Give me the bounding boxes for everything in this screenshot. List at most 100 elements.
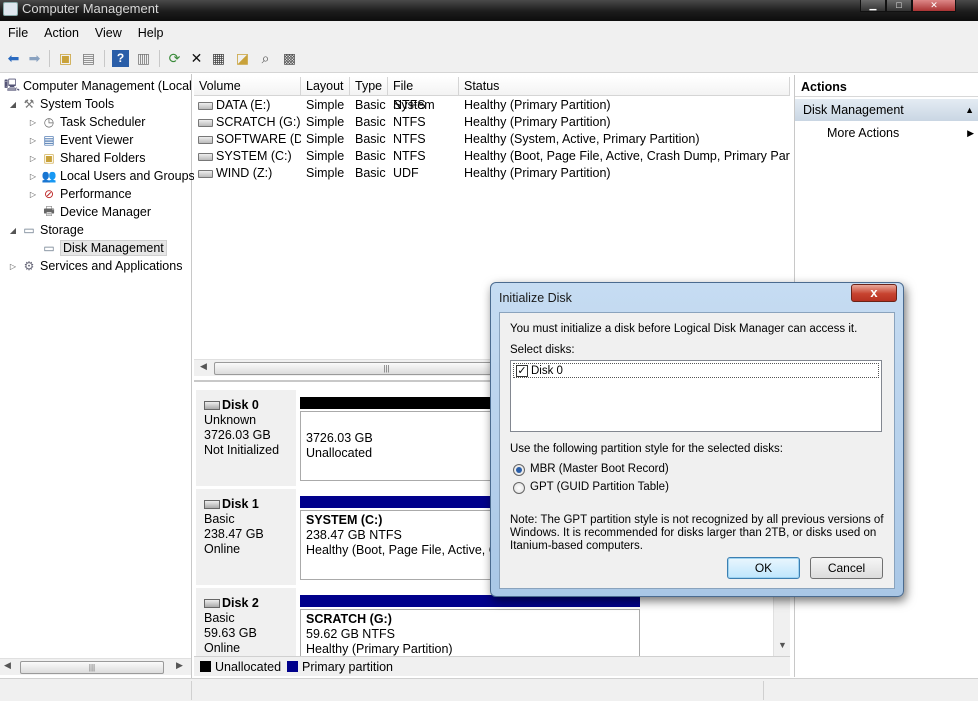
shared-folder-icon: ▣	[43, 151, 55, 165]
scroll-left-arrow-icon[interactable]: ◀	[200, 361, 207, 372]
menu-view[interactable]: View	[87, 26, 130, 40]
scroll-left-arrow-icon[interactable]: ◀	[4, 660, 11, 671]
collapse-arrow-icon[interactable]: ◢	[8, 226, 18, 235]
collapse-caret-icon[interactable]: ▲	[965, 99, 974, 121]
disk-legend: Unallocated Primary partition	[194, 656, 790, 676]
tree-item-disk-management[interactable]: ▭ Disk Management	[41, 239, 167, 257]
optical-drive-icon	[198, 170, 213, 178]
device-manager-icon: 🖶	[43, 203, 55, 218]
tree-item-system-tools[interactable]: ◢ ⚒ System Tools	[8, 95, 114, 113]
tree-item-performance[interactable]: ▷ ⊘ Performance	[28, 185, 132, 203]
tree-item-event-viewer[interactable]: ▷ ▤ Event Viewer	[28, 131, 134, 149]
disk-list-item[interactable]: ✓ Disk 0	[513, 363, 879, 378]
toolbar-separator	[49, 50, 50, 67]
cancel-button[interactable]: Cancel	[810, 557, 883, 579]
properties-icon[interactable]: ▦	[210, 50, 227, 67]
expand-arrow-icon[interactable]: ▷	[28, 118, 38, 127]
initialize-disk-dialog: Initialize Disk x You must initialize a …	[490, 282, 904, 597]
folder-up-icon[interactable]: ▣	[57, 50, 74, 67]
help-icon[interactable]: ?	[112, 50, 129, 67]
tree-horizontal-scrollbar[interactable]: ◀ ||| ▶	[0, 658, 191, 675]
menu-action[interactable]: Action	[36, 26, 87, 40]
more-actions-item[interactable]: More Actions ▶	[795, 121, 978, 145]
toolbar-separator	[104, 50, 105, 67]
disk-2-partition[interactable]: SCRATCH (G:) 59.62 GB NTFS Healthy (Prim…	[300, 609, 640, 658]
collapse-arrow-icon[interactable]: ◢	[8, 100, 18, 109]
actions-section-disk-management[interactable]: Disk Management ▲	[795, 99, 978, 121]
menu-help[interactable]: Help	[130, 26, 172, 40]
mbr-radio[interactable]	[513, 464, 525, 476]
close-icon: x	[870, 285, 878, 300]
gpt-label: GPT (GUID Partition Table)	[530, 481, 669, 493]
search-icon[interactable]: ⌕	[257, 50, 274, 67]
navigation-tree: 🖳 Computer Management (Local ◢ ⚒ System …	[0, 74, 195, 678]
tree-item-shared-folders[interactable]: ▷ ▣ Shared Folders	[28, 149, 146, 167]
gpt-note-line-2: Windows. It is recommended for disks lar…	[510, 527, 877, 539]
minimize-button[interactable]: ▁	[860, 0, 886, 12]
scroll-down-arrow-icon[interactable]: ▼	[778, 640, 787, 650]
show-hide-action-pane-icon[interactable]: ▥	[135, 50, 152, 67]
tree-item-storage[interactable]: ◢ ▭ Storage	[8, 221, 84, 239]
expand-arrow-icon[interactable]: ▷	[28, 136, 38, 145]
primary-swatch	[287, 661, 299, 672]
disk-management-icon: ▭	[43, 241, 55, 255]
dialog-body: You must initialize a disk before Logica…	[499, 312, 895, 589]
delete-icon[interactable]: ✕	[188, 50, 205, 67]
disk-icon	[204, 599, 220, 608]
users-icon: 👥	[41, 169, 57, 183]
tree-item-device-manager[interactable]: 🖶 Device Manager	[41, 203, 151, 221]
close-window-button[interactable]: ✕	[912, 0, 956, 12]
volume-row[interactable]: WIND (Z:) Simple Basic UDF Healthy (Prim…	[194, 165, 790, 182]
volume-row[interactable]: SYSTEM (C:) Simple Basic NTFS Healthy (B…	[194, 148, 790, 165]
disk-0-info[interactable]: Disk 0 Unknown 3726.03 GB Not Initialize…	[196, 390, 296, 486]
tree-item-computer-management[interactable]: 🖳 Computer Management (Local	[4, 77, 192, 95]
select-disks-label: Select disks:	[510, 344, 575, 356]
drive-icon	[198, 153, 213, 161]
column-header-type[interactable]: Type	[350, 77, 388, 96]
expand-arrow-icon[interactable]: ▷	[8, 262, 18, 271]
maximize-button[interactable]: □	[886, 0, 912, 12]
mbr-label: MBR (Master Boot Record)	[530, 463, 669, 475]
back-arrow-icon[interactable]: ⬅	[5, 50, 22, 67]
scroll-thumb[interactable]: |||	[20, 661, 164, 674]
scroll-right-arrow-icon[interactable]: ▶	[176, 660, 183, 671]
partition-style-label: Use the following partition style for th…	[510, 443, 783, 455]
volume-row[interactable]: DATA (E:) Simple Basic NTFS Healthy (Pri…	[194, 97, 790, 114]
column-header-volume[interactable]: Volume	[194, 77, 301, 96]
expand-arrow-icon[interactable]: ▷	[28, 154, 38, 163]
column-header-file-system[interactable]: File System	[388, 77, 459, 112]
submenu-arrow-icon: ▶	[967, 128, 974, 138]
toolbar: ⬅ ➡ ▣ ▤ ? ▥ ⟳ ✕ ▦ ◪ ⌕ ▩	[0, 44, 978, 73]
storage-icon: ▭	[23, 223, 35, 237]
show-hide-tree-icon[interactable]: ▤	[80, 50, 97, 67]
refresh-icon[interactable]: ⟳	[166, 50, 183, 67]
services-icon: ⚙	[23, 259, 35, 273]
tools-icon: ⚒	[23, 97, 35, 111]
expand-arrow-icon[interactable]: ▷	[28, 172, 38, 181]
disk-checkbox[interactable]: ✓	[516, 364, 528, 377]
dialog-close-button[interactable]: x	[851, 284, 897, 302]
disk-select-list[interactable]: ✓ Disk 0	[510, 360, 882, 432]
disk-2-info[interactable]: Disk 2 Basic 59.63 GB Online	[196, 588, 296, 658]
event-viewer-icon: ▤	[43, 133, 55, 147]
forward-arrow-icon[interactable]: ➡	[26, 50, 43, 67]
column-header-layout[interactable]: Layout	[301, 77, 350, 96]
drive-icon	[198, 119, 213, 127]
status-segment	[0, 681, 192, 700]
tree-item-local-users[interactable]: ▷ 👥 Local Users and Groups	[28, 167, 195, 185]
ok-button[interactable]: OK	[727, 557, 800, 579]
disk-icon	[204, 500, 220, 509]
column-header-status[interactable]: Status	[459, 77, 790, 96]
disk-1-info[interactable]: Disk 1 Basic 238.47 GB Online	[196, 489, 296, 585]
gpt-radio[interactable]	[513, 482, 525, 494]
volume-row[interactable]: SOFTWARE (D:) Simple Basic NTFS Healthy …	[194, 131, 790, 148]
menu-file[interactable]: File	[0, 26, 36, 40]
status-segment	[764, 681, 978, 700]
gpt-note-line-1: Note: The GPT partition style is not rec…	[510, 514, 884, 526]
volume-row[interactable]: SCRATCH (G:) Simple Basic NTFS Healthy (…	[194, 114, 790, 131]
expand-arrow-icon[interactable]: ▷	[28, 190, 38, 199]
tree-item-task-scheduler[interactable]: ▷ ◷ Task Scheduler	[28, 113, 146, 131]
open-icon[interactable]: ◪	[234, 50, 251, 67]
tree-item-services-and-applications[interactable]: ▷ ⚙ Services and Applications	[8, 257, 183, 275]
disk-properties-icon[interactable]: ▩	[281, 50, 298, 67]
